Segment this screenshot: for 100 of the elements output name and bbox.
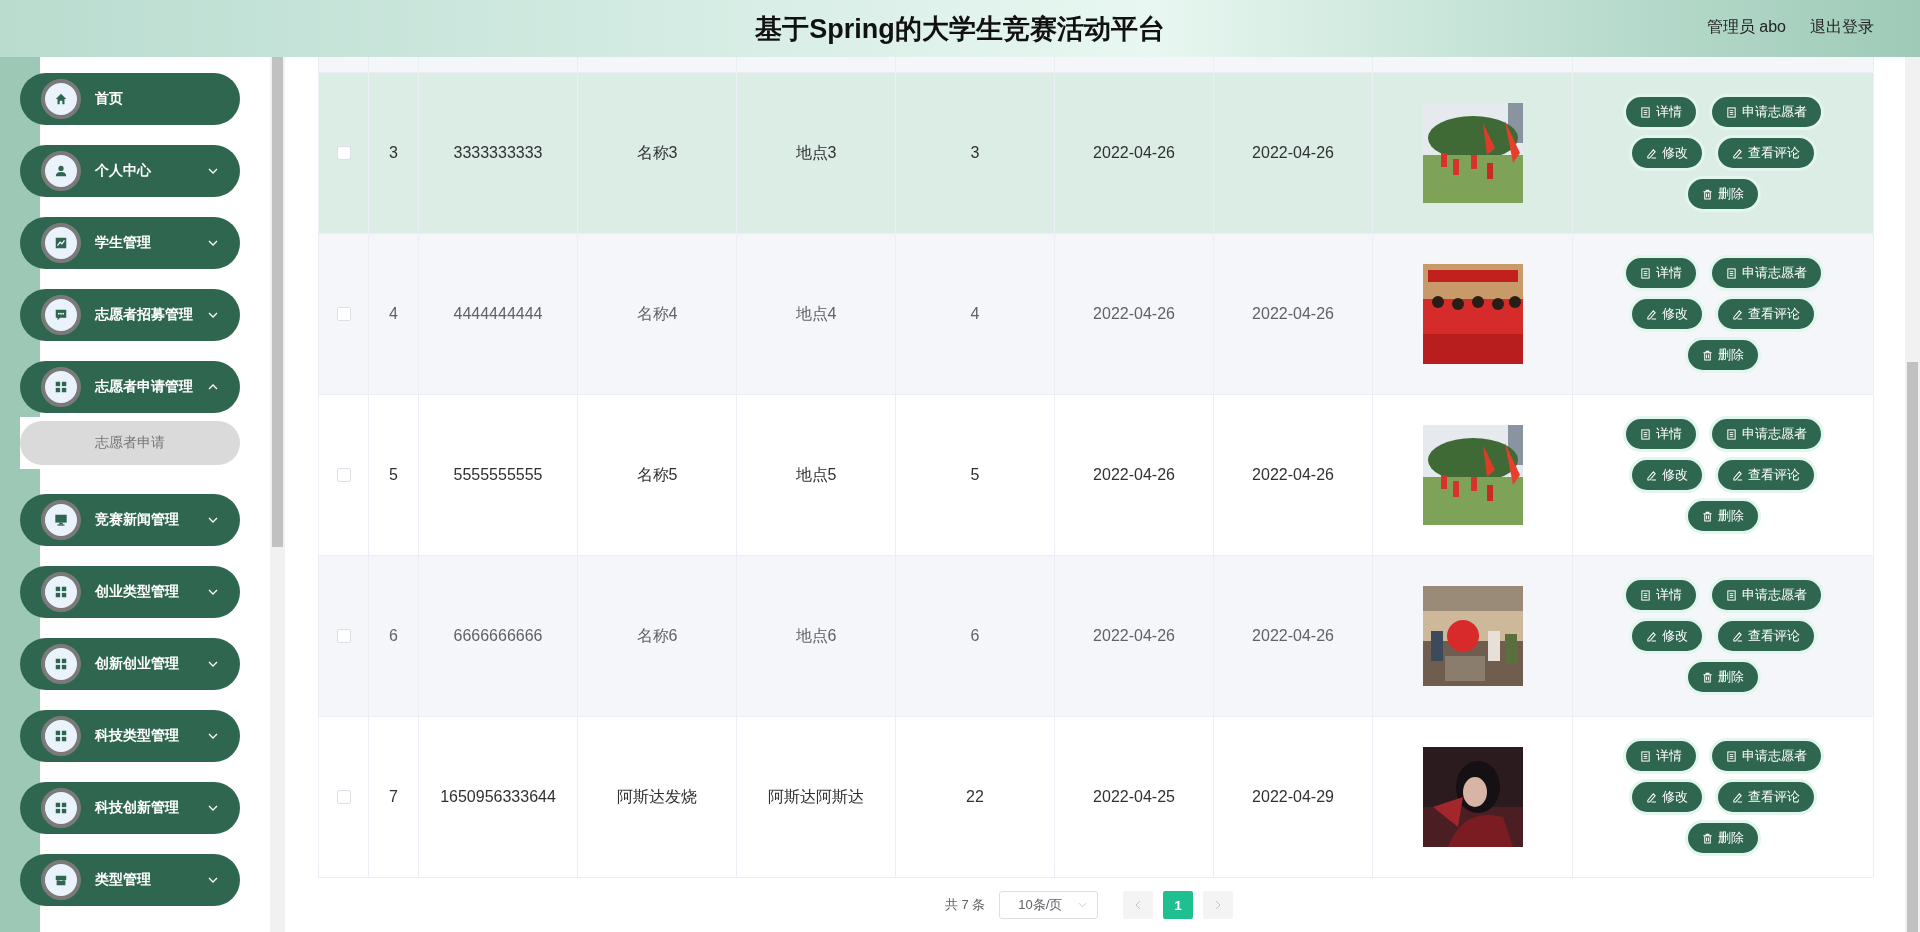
action-button[interactable]: 删除 [1685,337,1761,373]
action-button[interactable]: 查看评论 [1715,296,1817,332]
table-cell-text: 名称3 [636,142,678,163]
chevron-icon [208,661,218,667]
action-button[interactable]: 详情 [1622,255,1699,291]
user-icon [54,164,68,178]
document-icon [1639,106,1651,118]
scrollbar[interactable] [1905,57,1920,932]
row-index: 5 [389,466,398,484]
chart-icon [54,236,68,250]
action-button[interactable]: 删除 [1685,176,1761,212]
checkbox[interactable] [336,468,351,482]
menu-item[interactable]: 类型管理 [20,854,240,906]
document-icon [1725,106,1737,118]
document-icon [1725,750,1737,762]
trash-icon [1702,510,1713,522]
monitor-icon [54,513,68,527]
checkbox[interactable] [336,629,351,643]
menu-item[interactable]: 个人中心 [20,145,240,197]
table-cell-text: 阿斯达发烧 [617,786,697,807]
pencil-icon [1732,791,1743,803]
chevron-icon [208,240,218,246]
chevron-icon [208,517,218,523]
pencil-icon [1646,791,1657,803]
action-button[interactable]: 修改 [1629,618,1705,654]
table-cell: 4444444444 [453,305,543,323]
menu-item[interactable]: 志愿者招募管理 [20,289,240,341]
action-button[interactable]: 查看评论 [1715,457,1817,493]
action-button[interactable]: 删除 [1685,659,1761,695]
action-button[interactable]: 修改 [1629,779,1705,815]
action-button[interactable]: 申请志愿者 [1708,577,1824,613]
table-cell: 2022-04-26 [1093,305,1175,323]
pencil-icon [1646,469,1657,481]
action-button[interactable]: 删除 [1685,498,1761,534]
action-button[interactable]: 修改 [1629,457,1705,493]
site-title: 基于Spring的大学生竞赛活动平台 [755,12,1165,46]
table-cell: 5 [970,466,980,484]
table-cell-text: 地点3 [795,142,837,163]
grid-icon [54,585,68,599]
table-cell: 4 [970,305,980,323]
action-button[interactable]: 修改 [1629,135,1705,171]
table-cell: 2022-04-26 [1252,627,1334,645]
checkbox[interactable] [336,307,351,321]
action-button[interactable]: 查看评论 [1715,618,1817,654]
document-icon [1725,428,1737,440]
action-button[interactable]: 查看评论 [1715,135,1817,171]
chevron-left-icon [1135,900,1142,910]
trash-icon [1702,349,1713,361]
action-button[interactable]: 详情 [1622,738,1699,774]
grid-icon [54,657,68,671]
trash-icon [1702,188,1713,200]
page-size-select[interactable]: 10条/页 [999,891,1099,919]
document-icon [1639,267,1651,279]
menu-item[interactable]: 科技类型管理 [20,710,240,762]
document-icon [1725,589,1737,601]
table-cell-text: 阿斯达阿斯达 [768,786,864,807]
action-button[interactable]: 申请志愿者 [1708,416,1824,452]
trash-icon [1702,671,1713,683]
document-icon [1639,428,1651,440]
action-button[interactable]: 申请志愿者 [1708,255,1824,291]
action-button[interactable]: 申请志愿者 [1708,738,1824,774]
pencil-icon [1646,147,1657,159]
scrollbar[interactable] [270,57,285,932]
menu-item[interactable]: 创业类型管理 [20,566,240,618]
checkbox[interactable] [336,146,351,160]
action-button[interactable]: 查看评论 [1715,779,1817,815]
table-cell: 2022-04-26 [1252,466,1334,484]
action-button[interactable]: 详情 [1622,416,1699,452]
action-button[interactable]: 修改 [1629,296,1705,332]
previous-page-button[interactable] [1123,891,1154,919]
checkbox[interactable] [336,790,351,804]
table-cell-text: 地点5 [795,464,837,485]
menu-item[interactable]: 首页 [20,73,240,125]
table-cell: 3333333333 [453,144,543,162]
action-button[interactable]: 申请志愿者 [1708,94,1824,130]
pencil-icon [1646,308,1657,320]
grid-icon [54,380,68,394]
action-button[interactable]: 详情 [1622,577,1699,613]
pencil-icon [1646,630,1657,642]
total-count: 共 7 条 [944,896,986,914]
menu-item[interactable]: 竞赛新闻管理 [20,494,240,546]
table-cell: 2022-04-26 [1252,305,1334,323]
chevron-icon [208,877,218,883]
submenu-item[interactable]: 志愿者申请 [20,421,240,465]
menu-item[interactable]: 学生管理 [20,217,240,269]
table-cell: 22 [966,788,984,806]
grid-icon [54,729,68,743]
action-button[interactable]: 详情 [1622,94,1699,130]
menu-item[interactable]: 科技创新管理 [20,782,240,834]
pencil-icon [1732,147,1743,159]
menu-item[interactable]: 志愿者申请管理 [20,361,240,413]
next-page-button[interactable] [1203,891,1234,919]
menu-item[interactable]: 创新创业管理 [20,638,240,690]
table-cell-text: 地点4 [795,303,837,324]
pencil-icon [1732,469,1743,481]
row-index: 6 [389,627,398,645]
action-button[interactable]: 删除 [1685,820,1761,856]
chevron-icon [208,733,218,739]
table-cell-text: 地点6 [795,625,837,646]
logout-link[interactable]: 退出登录 [1810,17,1874,38]
